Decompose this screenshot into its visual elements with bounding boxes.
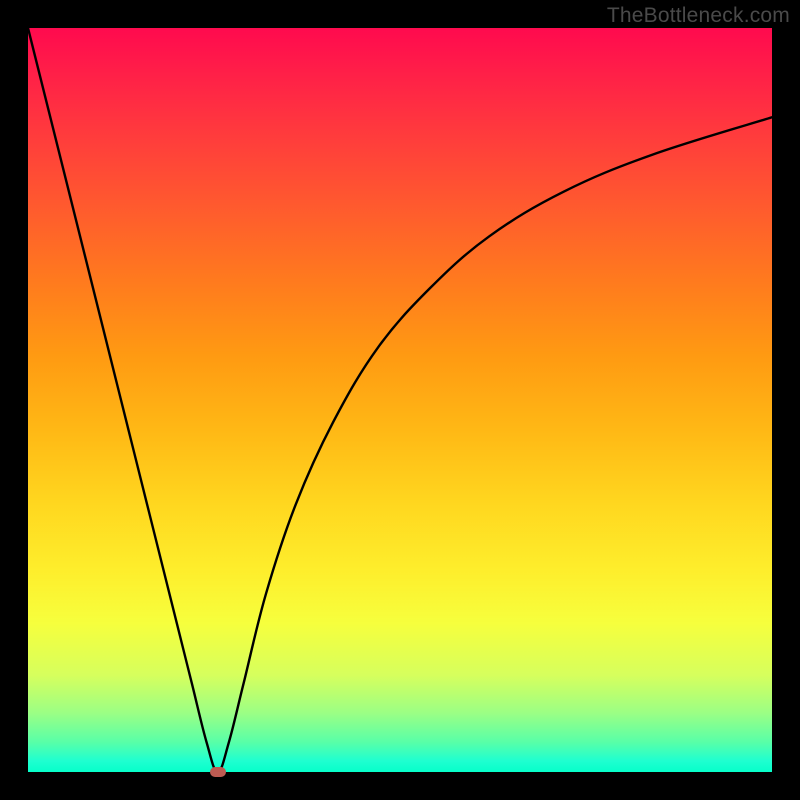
watermark-text: TheBottleneck.com xyxy=(607,4,790,28)
min-bottleneck-marker xyxy=(210,767,226,777)
plot-area xyxy=(28,28,772,772)
bottleneck-curve xyxy=(28,28,772,772)
chart-container: TheBottleneck.com xyxy=(0,0,800,800)
